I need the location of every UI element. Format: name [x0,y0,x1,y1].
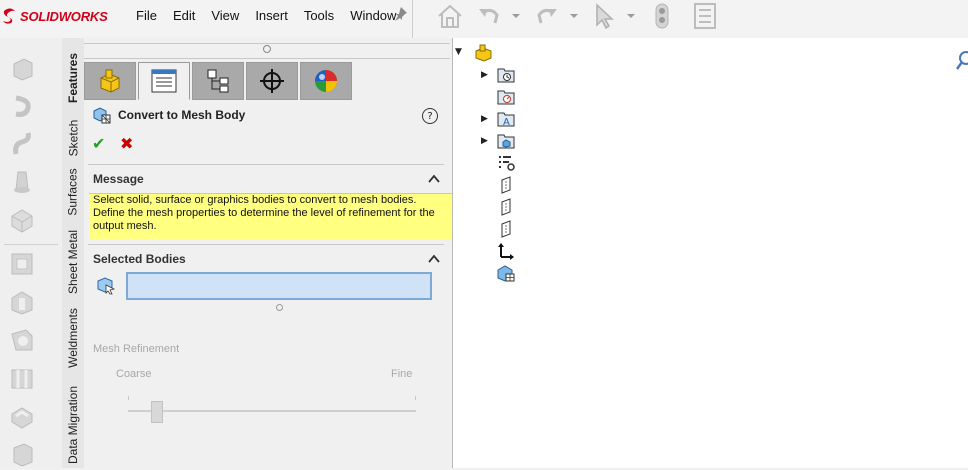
graphics-area[interactable]: ▼ ▶ ▶ A ▶ [453,38,968,468]
tree-expand-icon[interactable]: ▶ [481,136,488,146]
selected-bodies-title: Selected Bodies [93,252,186,266]
solid-bodies-folder-icon[interactable] [497,132,515,150]
options-icon[interactable] [690,2,720,30]
ok-button[interactable]: ✔ [92,134,105,153]
feature-manager-tab[interactable] [84,62,136,100]
mesh-refinement-title: Mesh Refinement [93,343,180,355]
title-bar: SOLIDWORKS File Edit View Insert Tools W… [0,0,968,39]
material-icon[interactable] [497,154,515,172]
configuration-manager-tab[interactable] [192,62,244,100]
extrude-boss-icon[interactable] [8,54,36,82]
select-icon[interactable] [590,2,618,30]
message-text: Select solid, surface or graphics bodies… [93,194,435,232]
redo-dropdown-icon[interactable] [567,2,581,30]
configuration-manager-icon [207,69,229,93]
tab-data-migration[interactable]: Data Migration [62,380,84,470]
feature-manager-icon [100,69,120,93]
coarse-label: Coarse [116,368,152,380]
menu-bar: File Edit View Insert Tools Window [128,6,404,25]
command-manager-strip [0,38,62,468]
fine-label: Fine [391,368,413,380]
select-dropdown-icon[interactable] [624,2,638,30]
sensors-folder-icon[interactable] [497,88,515,106]
property-manager-header: Convert to Mesh Body [92,106,245,124]
top-plane-icon[interactable] [497,198,515,216]
redo-icon[interactable] [532,2,562,30]
property-manager-icon [151,69,177,93]
right-plane-icon[interactable] [497,220,515,238]
splitter-handle[interactable] [263,45,271,53]
tab-surfaces[interactable]: Surfaces [62,166,84,218]
tree-collapse-icon[interactable]: ▼ [455,47,462,57]
dimxpert-manager-icon [260,69,284,93]
message-group-title: Message [93,172,144,186]
origin-icon[interactable] [497,242,515,260]
tab-features[interactable]: Features [62,46,84,110]
tab-sketch[interactable]: Sketch [62,114,84,162]
undo-icon[interactable] [474,2,504,30]
solidworks-logo[interactable]: SOLIDWORKS [2,6,108,26]
selected-bodies-collapse-icon[interactable] [428,254,440,264]
body-select-icon [97,277,116,295]
brand-name: SOLIDWORKS [20,8,108,24]
revolve-cut-icon[interactable] [8,326,36,354]
display-manager-tab[interactable] [300,62,352,100]
property-manager-title: Convert to Mesh Body [118,108,246,122]
mesh-refinement-slider-thumb[interactable] [150,401,163,423]
annotations-folder-icon[interactable]: A [497,110,515,128]
boundary-cut-icon[interactable] [8,440,36,468]
command-manager-tabs: Features Sketch Surfaces Sheet Metal Wel… [62,38,85,468]
tab-weldments[interactable]: Weldments [62,304,84,372]
search-icon[interactable] [956,50,968,72]
mesh-body-icon[interactable] [497,264,515,282]
swept-cut-icon[interactable] [8,364,36,392]
display-manager-icon [315,70,337,92]
convert-to-mesh-icon [93,107,111,124]
message-box: Select solid, surface or graphics bodies… [89,193,452,240]
loft-boss-icon[interactable] [8,168,36,196]
selected-bodies-divider [88,244,444,245]
strip-divider [4,244,58,245]
slider-tick [128,396,129,400]
menu-file[interactable]: File [128,6,165,25]
toggle-icon[interactable] [650,2,674,30]
cancel-button[interactable]: ✖ [120,134,133,153]
toolbar-separator [412,0,413,38]
boundary-boss-icon[interactable] [8,206,36,234]
menu-view[interactable]: View [203,6,247,25]
lofted-cut-icon[interactable] [8,402,36,430]
sweep-boss-icon[interactable] [8,130,36,158]
pin-icon[interactable] [392,6,408,22]
ds-logo-icon [3,8,15,24]
front-plane-icon[interactable] [497,176,515,194]
help-button[interactable]: ? [422,108,438,124]
property-manager-tab[interactable] [138,62,190,100]
manager-tabs [84,62,354,100]
tree-expand-icon[interactable]: ▶ [481,114,488,124]
menu-insert[interactable]: Insert [247,6,296,25]
menu-edit[interactable]: Edit [165,6,203,25]
extrude-cut-icon[interactable] [8,250,36,278]
home-icon[interactable] [434,2,466,30]
tree-expand-icon[interactable]: ▶ [481,70,488,80]
hole-wizard-icon[interactable] [8,288,36,316]
menu-tools[interactable]: Tools [296,6,342,25]
list-resize-handle[interactable] [276,304,283,311]
tab-sheet-metal[interactable]: Sheet Metal [62,226,84,298]
message-group-divider [88,164,444,165]
selected-bodies-list[interactable] [126,272,432,300]
dimxpert-manager-tab[interactable] [246,62,298,100]
mesh-refinement-slider-track[interactable] [128,410,416,412]
property-manager-panel: Convert to Mesh Body ? ✔ ✖ Message Selec… [84,38,453,468]
svg-text:A: A [503,117,510,128]
slider-tick [415,396,416,400]
part-icon[interactable] [475,44,493,62]
history-folder-icon[interactable] [497,66,515,84]
message-collapse-icon[interactable] [428,174,440,184]
undo-dropdown-icon[interactable] [509,2,523,30]
revolve-boss-icon[interactable] [8,92,36,120]
